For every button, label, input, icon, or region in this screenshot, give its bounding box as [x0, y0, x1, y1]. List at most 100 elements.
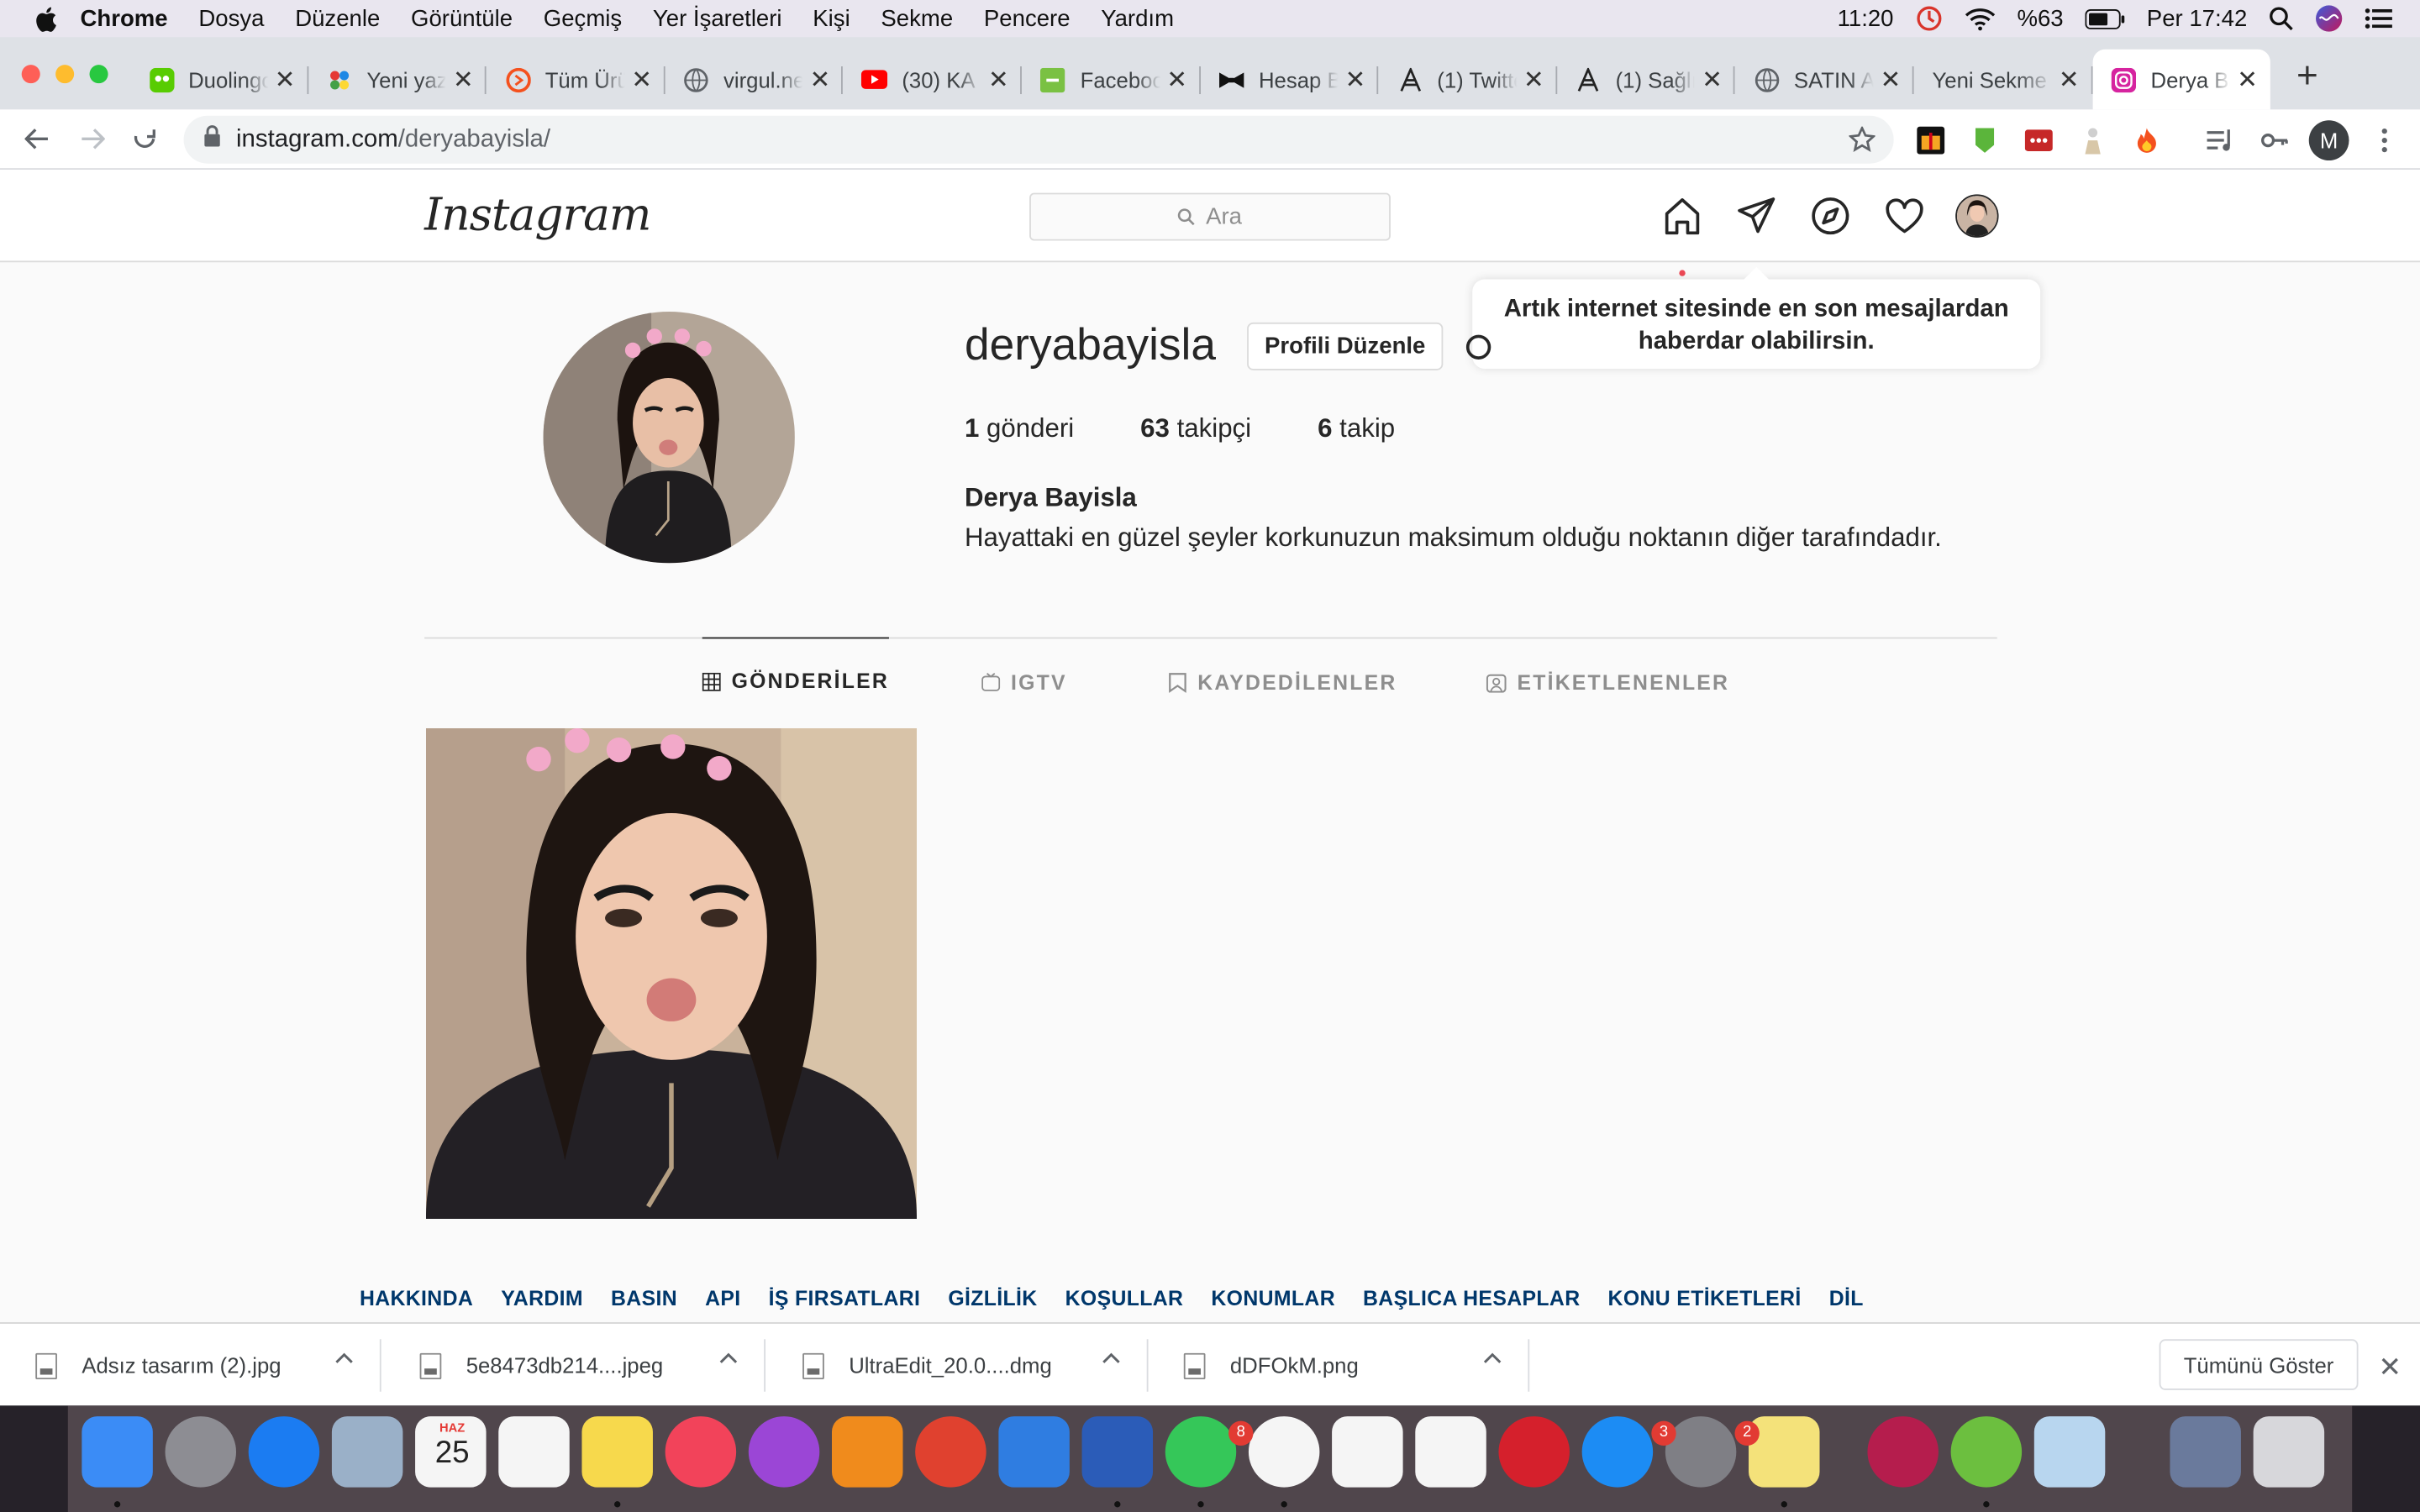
profile-avatar-button[interactable]: M [2308, 120, 2349, 161]
close-tab-icon[interactable]: ✕ [2058, 64, 2080, 95]
instagram-logo[interactable]: Instagram [424, 188, 651, 240]
whatsapp-icon[interactable] [1165, 1416, 1237, 1488]
reminders-icon[interactable] [498, 1416, 570, 1488]
window-minimize-button[interactable] [55, 65, 75, 84]
music-icon[interactable] [665, 1416, 737, 1488]
siri-icon[interactable] [2315, 5, 2343, 33]
tab-8[interactable]: (1) Twitter✕ [1378, 50, 1557, 110]
menu-help[interactable]: Yardım [1101, 5, 1174, 31]
settings-gear-icon[interactable] [1461, 330, 1495, 372]
footer-link[interactable]: BAŞLICA HESAPLAR [1363, 1287, 1580, 1310]
notification-center-icon[interactable] [2365, 8, 2392, 29]
wifi-icon[interactable] [1965, 7, 1996, 30]
close-tab-icon[interactable]: ✕ [1702, 64, 1723, 95]
podcasts-icon[interactable] [748, 1416, 820, 1488]
download-item[interactable]: 5e8473db214....jpeg [384, 1324, 766, 1407]
tab-12[interactable]: Derya Bayisla✕ [2091, 49, 2271, 110]
download-item[interactable]: UltraEdit_20.0....dmg [767, 1324, 1149, 1407]
edit-profile-button[interactable]: Profili Düzenle [1247, 322, 1444, 370]
media-controls-icon[interactable] [2206, 125, 2237, 156]
tab-saved[interactable]: KAYDEDİLENLER [1168, 638, 1397, 725]
footer-link[interactable]: KOŞULLAR [1065, 1287, 1184, 1310]
timer-icon[interactable] [1915, 5, 1943, 33]
pages-icon[interactable] [1415, 1416, 1486, 1488]
extension-red-dots-icon[interactable] [2023, 125, 2054, 156]
tab-11[interactable]: Yeni Sekme ✕ [1913, 50, 2092, 110]
stickies-icon[interactable] [1749, 1416, 1820, 1488]
back-arrow-icon[interactable] [22, 123, 53, 155]
appstore-icon[interactable] [1581, 1416, 1654, 1488]
reload-icon[interactable] [129, 123, 160, 155]
extension-fire-icon[interactable] [2132, 125, 2163, 156]
footer-link[interactable]: İŞ FIRSATLARI [769, 1287, 921, 1310]
downloads-stack-icon[interactable] [2170, 1416, 2241, 1488]
forward-arrow-icon[interactable] [77, 123, 108, 155]
footer-link[interactable]: API [705, 1287, 740, 1310]
chevron-up-icon[interactable] [1102, 1352, 1120, 1364]
menu-edit[interactable]: Düzenle [295, 5, 380, 31]
menu-people[interactable]: Kişi [813, 5, 850, 31]
finder-icon[interactable] [82, 1416, 153, 1488]
rar-icon[interactable] [1867, 1416, 1939, 1488]
kebab-menu-icon[interactable] [2369, 125, 2400, 156]
menu-view[interactable]: Görüntüle [411, 5, 513, 31]
photo-viewer-icon[interactable] [2033, 1416, 2106, 1488]
window-zoom-button[interactable] [89, 65, 108, 84]
footer-link[interactable]: KONUMLAR [1211, 1287, 1335, 1310]
opera-icon[interactable] [1498, 1416, 1570, 1488]
numbers-chart-icon[interactable] [1332, 1416, 1403, 1488]
search-input[interactable]: Ara [1029, 192, 1391, 241]
tab-posts[interactable]: GÖNDERİLER [702, 637, 889, 724]
extension-green-tag-icon[interactable] [1970, 125, 2001, 156]
chevron-up-icon[interactable] [335, 1352, 354, 1364]
chrome-icon[interactable] [1248, 1416, 1320, 1488]
new-tab-button[interactable]: + [2296, 58, 2318, 96]
address-bar[interactable]: instagram.com/deryabayisla/ [183, 115, 1894, 164]
menu-tab[interactable]: Sekme [881, 5, 953, 31]
menu-app-chrome[interactable]: Chrome [81, 5, 168, 31]
tab-9[interactable]: (1) Sağlık✕ [1557, 50, 1736, 110]
menu-window[interactable]: Pencere [984, 5, 1071, 31]
footer-link[interactable]: KONU ETİKETLERİ [1608, 1287, 1802, 1310]
battery-icon[interactable] [2085, 8, 2125, 29]
window-close-button[interactable] [21, 65, 40, 84]
close-tab-icon[interactable]: ✕ [1166, 64, 1188, 95]
home-icon[interactable] [1660, 194, 1703, 237]
tasks-check-icon[interactable] [998, 1416, 1070, 1488]
footer-link[interactable]: YARDIM [501, 1287, 583, 1310]
close-tab-icon[interactable]: ✕ [809, 64, 831, 95]
preview-eagle-icon[interactable] [331, 1416, 403, 1488]
close-tab-icon[interactable]: ✕ [1880, 64, 1902, 95]
close-tab-icon[interactable]: ✕ [987, 64, 1009, 95]
download-item[interactable]: dDFOkM.png [1149, 1324, 1530, 1407]
tab-3[interactable]: Tüm Ürünler✕ [487, 50, 666, 110]
tab-1[interactable]: Duolingo ✕ [129, 50, 308, 110]
close-tab-icon[interactable]: ✕ [1523, 64, 1544, 95]
trash-icon[interactable] [2253, 1416, 2325, 1488]
followers-link[interactable]: 63 takipçi [1140, 413, 1251, 444]
menu-history[interactable]: Geçmiş [544, 5, 622, 31]
spotlight-search-icon[interactable] [2269, 6, 2293, 31]
footer-link[interactable]: BASIN [611, 1287, 677, 1310]
tab-2[interactable]: Yeni yazı ✕ [308, 50, 487, 110]
close-tab-icon[interactable]: ✕ [2237, 64, 2259, 95]
chevron-up-icon[interactable] [1483, 1352, 1502, 1364]
menu-file[interactable]: Dosya [198, 5, 264, 31]
close-downloads-icon[interactable]: ✕ [2378, 1352, 2402, 1384]
tab-6[interactable]: Facebook✕ [1022, 50, 1201, 110]
show-all-downloads-button[interactable]: Tümünü Göster [2159, 1339, 2359, 1390]
apple-logo-icon[interactable] [34, 6, 58, 31]
menubar-datetime[interactable]: Per 17:42 [2147, 5, 2247, 31]
safari-icon[interactable] [248, 1416, 320, 1488]
profile-avatar-icon[interactable] [1955, 194, 1999, 238]
tab-10[interactable]: SATIN AL✕ [1735, 50, 1914, 110]
close-tab-icon[interactable]: ✕ [631, 64, 653, 95]
extension-gift-icon[interactable] [1915, 125, 1946, 156]
following-link[interactable]: 6 takip [1318, 413, 1395, 444]
close-tab-icon[interactable]: ✕ [453, 64, 475, 95]
close-tab-icon[interactable]: ✕ [1344, 64, 1366, 95]
timing-icon[interactable] [915, 1416, 986, 1488]
chevron-up-icon[interactable] [719, 1352, 738, 1364]
direct-messages-icon[interactable] [1734, 194, 1777, 237]
activity-heart-icon[interactable] [1883, 194, 1926, 237]
